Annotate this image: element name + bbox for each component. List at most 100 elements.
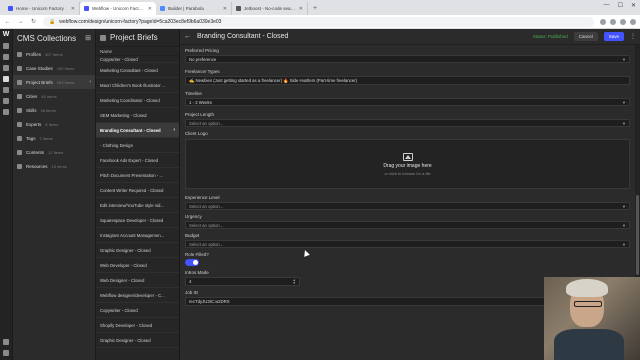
column-header[interactable]: Name (96, 47, 179, 56)
list-item[interactable]: - Clothing Design (96, 138, 179, 153)
intros-made-input[interactable]: 4 ▲ ▼ (185, 277, 300, 286)
panel-title: CMS Collections (17, 33, 77, 43)
item-title: Branding Consultant - Closed (197, 33, 289, 40)
list-item[interactable]: Graphic Designer - Closed (96, 243, 179, 258)
project-length-select[interactable]: Select an option... ▼ (185, 119, 630, 127)
list-item[interactable]: Shopify Developer - Closed (96, 318, 179, 333)
collection-item[interactable]: Contents 12 Items (13, 145, 95, 159)
list-item-label: Marketing Consultant - Closed (100, 67, 158, 73)
collection-item[interactable]: Resources 15 Items (13, 159, 95, 173)
preferred-pricing-select[interactable]: No preference ▼ (185, 55, 630, 63)
list-item-selected[interactable]: Branding Consultant - Closed › (96, 123, 179, 138)
collection-count: 253 Items (56, 79, 75, 85)
list-item[interactable]: Marketing Coordinator - Closed (96, 93, 179, 108)
list-item[interactable]: Content Writer Required - Closed (96, 183, 179, 198)
reload-icon[interactable]: ↻ (30, 18, 37, 25)
timeline-select[interactable]: 1 - 2 Weeks ▼ (185, 98, 630, 106)
urgency-select[interactable]: Select an option... ▼ (185, 221, 630, 229)
image-dropzone[interactable]: Drag your image here or click to browse … (185, 139, 630, 189)
forward-arrow-icon[interactable]: → (17, 19, 24, 25)
browser-tab[interactable]: Jetboost - No-code search an... ✕ (232, 2, 308, 15)
navigator-icon[interactable] (3, 54, 9, 60)
browser-tab[interactable]: Home - Unicorn Factory ✕ (4, 2, 80, 15)
field-label: Intros Made (185, 270, 209, 275)
new-tab-button[interactable]: + (308, 2, 322, 15)
collection-item[interactable]: Tags 7 Items (13, 131, 95, 145)
ecommerce-icon[interactable] (3, 87, 9, 93)
close-icon[interactable]: ✕ (71, 6, 75, 12)
stepper-icon[interactable]: ▲ ▼ (293, 278, 296, 285)
collection-item[interactable]: Skills 36 Items (13, 103, 95, 117)
extension-icon[interactable] (620, 18, 626, 25)
list-item[interactable]: Web Developer - Closed (96, 258, 179, 273)
collection-label: Profiles (26, 51, 42, 57)
list-item[interactable]: Instagram Account Managemen... (96, 228, 179, 243)
list-item[interactable]: Squarespace Developer - Closed (96, 213, 179, 228)
cms-icon[interactable] (3, 76, 9, 82)
list-item[interactable]: Webflow designer/developer - C... (96, 288, 179, 303)
browser-tab-active[interactable]: Webflow - Unicorn Factory fo... ✕ (80, 2, 156, 15)
back-arrow-icon[interactable]: ← (4, 19, 11, 25)
pages-icon[interactable] (3, 65, 9, 71)
dropzone-subtitle: or click to browse for a file (384, 170, 431, 176)
collection-item[interactable]: Cities 45 Items (13, 89, 95, 103)
chevron-down-icon: ▼ (622, 99, 626, 105)
list-item[interactable]: Edit interview/YouTube style vid... (96, 198, 179, 213)
list-item[interactable]: Copywriter - Closed (96, 303, 179, 318)
more-options-icon[interactable]: ⋮ (630, 33, 636, 40)
collection-label: Skills (26, 107, 37, 113)
list-item[interactable]: Copywriter - Closed (96, 56, 179, 63)
url-input[interactable]: 🔒 webflow.com/design/unicorn-factory?pag… (43, 16, 594, 27)
text-value: recTdyJU3IC.wzDRX (189, 299, 230, 304)
list-item-label: Web Designer - Closed (100, 277, 145, 283)
image-icon (402, 152, 413, 161)
settings-icon[interactable] (3, 350, 9, 356)
experience-level-select[interactable]: Select an option... ▼ (185, 202, 630, 210)
budget-select[interactable]: Select an option... ▼ (185, 240, 630, 248)
cancel-button[interactable]: Cancel (573, 32, 598, 41)
back-arrow-icon[interactable]: ← (184, 33, 191, 40)
chevron-right-icon: › (173, 127, 175, 133)
save-button[interactable]: Save (603, 32, 624, 41)
list-item-label: Edit interview/YouTube style vid... (100, 202, 164, 208)
extension-icon[interactable] (610, 18, 616, 25)
chevron-down-icon: ▼ (622, 120, 626, 126)
close-icon[interactable]: ✕ (148, 6, 152, 12)
add-collection-icon[interactable]: ⊞ (85, 34, 91, 42)
list-item-label: Instagram Account Managemen... (100, 232, 165, 238)
collection-item[interactable]: Experts 8 Items (13, 117, 95, 131)
close-icon[interactable]: ✕ (223, 6, 227, 12)
maximize-icon[interactable]: ☐ (618, 2, 623, 9)
list-item-label: SEM Marketing - Closed (100, 112, 147, 118)
scrollbar-thumb[interactable] (636, 195, 639, 275)
select-value: Select an option... (189, 241, 224, 247)
collection-item[interactable]: Profiles 307 Items (13, 47, 95, 61)
list-item[interactable]: Pitch Document Presentation - ... (96, 168, 179, 183)
collection-icon (17, 51, 22, 57)
extension-icon[interactable] (600, 18, 606, 25)
url-text: webflow.com/design/unicorn-factory?pageI… (59, 18, 222, 25)
role-filled-toggle[interactable] (185, 259, 199, 266)
browser-tab[interactable]: Builder | Parabola ✕ (156, 2, 232, 15)
help-icon[interactable] (3, 339, 9, 345)
list-item[interactable]: SEM Marketing - Closed (96, 108, 179, 123)
symbols-icon[interactable] (3, 109, 9, 115)
list-item[interactable]: Web Designer - Closed (96, 273, 179, 288)
freelancer-types-field[interactable]: ✍ Newbies (Just getting started as a fre… (185, 76, 630, 85)
assets-icon[interactable] (3, 98, 9, 104)
list-item[interactable]: Maori Children's Book Illustrator ... (96, 78, 179, 93)
close-icon[interactable]: ✕ (299, 6, 303, 12)
collection-item[interactable]: Case Studies 100 Items (13, 61, 95, 75)
profile-avatar[interactable] (630, 18, 636, 25)
collection-item-selected[interactable]: Project Briefs 253 Items › (13, 75, 95, 89)
list-item[interactable]: Graphic Designer - Closed (96, 333, 179, 348)
webflow-logo-icon[interactable]: W (3, 31, 10, 38)
person-hair (566, 279, 608, 297)
collection-label: Case Studies (26, 65, 53, 71)
add-icon[interactable] (3, 43, 9, 49)
field-label: Preferred Pricing (185, 48, 219, 53)
list-item[interactable]: Facebook Ads Expert - Closed (96, 153, 179, 168)
close-window-icon[interactable]: ✕ (631, 2, 636, 9)
minimize-icon[interactable]: — (604, 2, 610, 9)
list-item[interactable]: Marketing Consultant - Closed (96, 63, 179, 78)
